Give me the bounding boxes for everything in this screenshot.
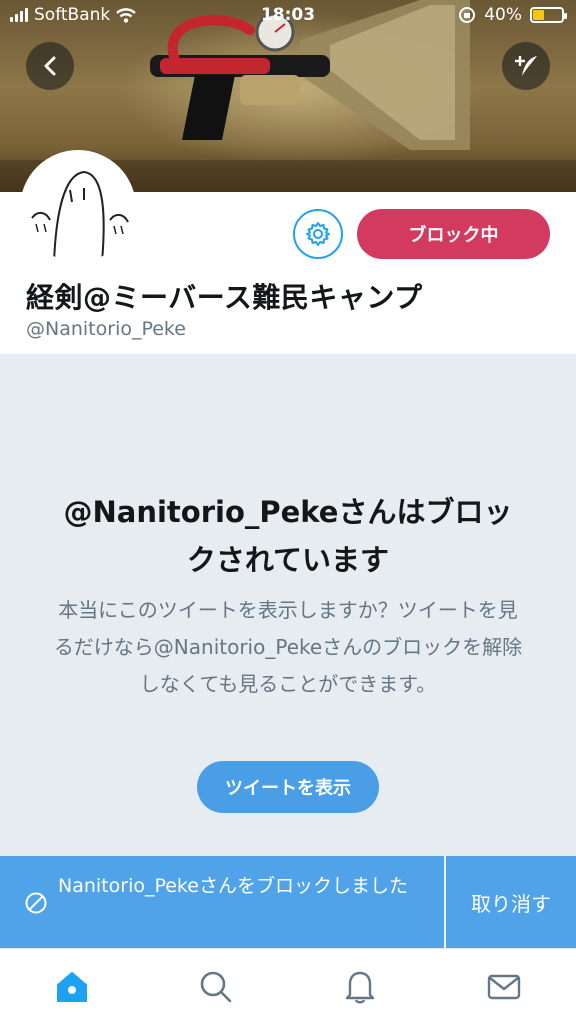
gear-icon <box>306 222 330 246</box>
tab-bar <box>0 948 576 1024</box>
compose-tweet-icon <box>515 56 537 76</box>
toast-message: Nanitorio_Pekeさんをブロックしました <box>58 875 408 897</box>
home-icon <box>57 972 87 1002</box>
block-toast: Nanitorio_Pekeさんをブロックしました 取り消す <box>0 856 576 948</box>
blocked-notice-title: @Nanitorio_Pekeさんはブロックされています <box>63 495 513 577</box>
avatar-drawing <box>31 170 129 262</box>
avatar[interactable] <box>20 150 136 266</box>
view-tweets-button[interactable]: ツイートを表示 <box>197 761 379 813</box>
bell-icon <box>345 971 375 1004</box>
tab-messages[interactable] <box>484 967 524 1007</box>
chevron-left-icon <box>44 56 56 76</box>
tab-notifications[interactable] <box>340 967 380 1007</box>
mail-icon <box>487 974 521 1000</box>
tab-search[interactable] <box>196 967 236 1007</box>
undo-button[interactable]: 取り消す <box>446 856 576 948</box>
battery-fill <box>533 10 545 20</box>
profile-name: 経剣@ミーバース難民キャンプ <box>26 281 423 314</box>
back-button[interactable] <box>26 42 74 90</box>
profile-settings-button[interactable] <box>293 209 343 259</box>
blocked-notice-panel: @Nanitorio_Pekeさんはブロックされています 本当にこのツイートを表… <box>0 354 576 856</box>
battery-group: 40% <box>458 5 567 25</box>
compose-tweet-button[interactable] <box>502 42 550 90</box>
search-icon <box>200 971 232 1003</box>
blocked-notice-description: 本当にこのツイートを表示しますか？ツイートを見るだけなら@Nanitorio_P… <box>53 598 523 696</box>
blocked-button[interactable]: ブロック中 <box>357 209 550 259</box>
orientation-lock-icon <box>459 7 476 23</box>
tab-home[interactable] <box>52 967 92 1007</box>
profile-handle: @Nanitorio_Peke <box>26 318 186 340</box>
status-bar: SoftBank 18:03 40% <box>0 0 576 32</box>
blocked-icon <box>25 892 47 914</box>
battery-icon <box>530 7 567 23</box>
battery-percent: 40% <box>484 5 522 25</box>
